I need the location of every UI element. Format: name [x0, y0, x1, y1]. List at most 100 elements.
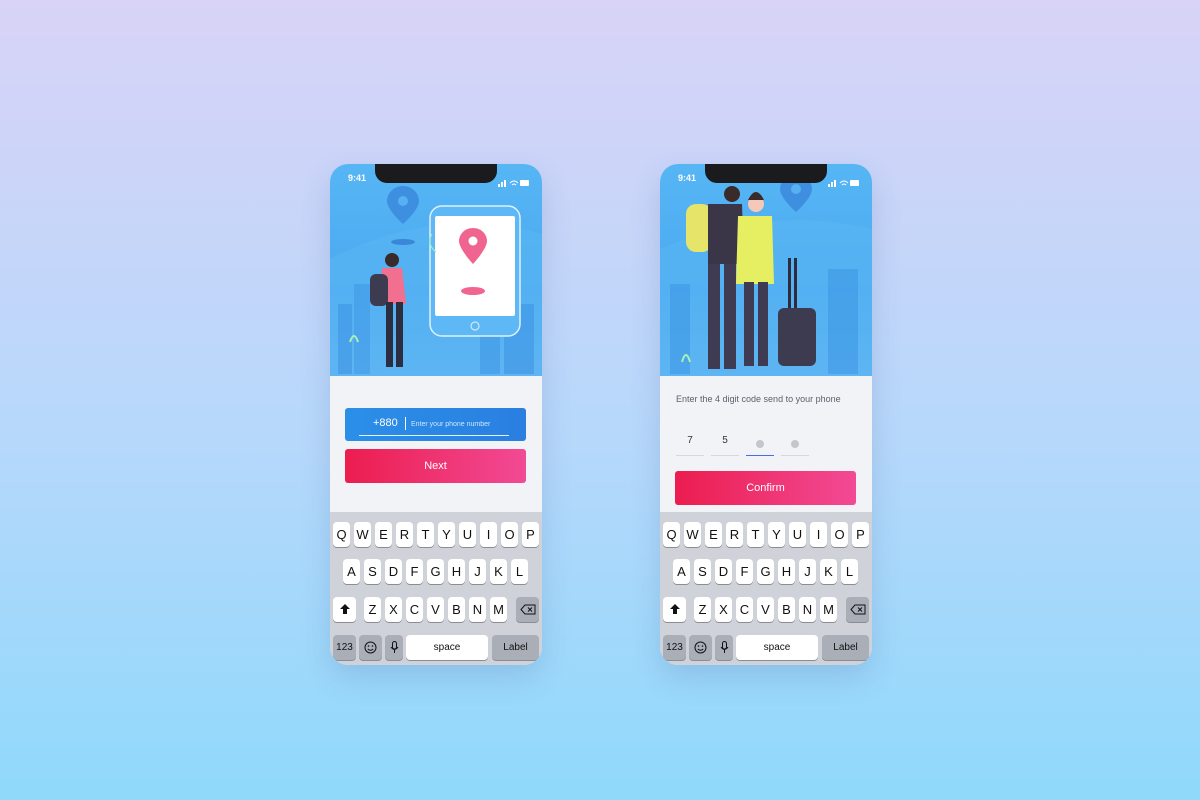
shift-icon: [339, 604, 350, 614]
key-p[interactable]: P: [852, 522, 869, 547]
backspace-icon: [519, 604, 535, 615]
shift-key[interactable]: [663, 597, 686, 622]
key-g[interactable]: G: [757, 559, 774, 584]
verification-panel: Enter the 4 digit code send to your phon…: [660, 376, 872, 512]
phone-notch: [705, 164, 827, 183]
key-e[interactable]: E: [375, 522, 392, 547]
key-k[interactable]: K: [820, 559, 837, 584]
code-digit-1[interactable]: 7: [676, 435, 704, 456]
key-b[interactable]: B: [778, 597, 795, 622]
keyboard: Q W E R T Y U I O P A S D F G H J K L Z …: [660, 512, 872, 665]
key-j[interactable]: J: [799, 559, 816, 584]
key-d[interactable]: D: [715, 559, 732, 584]
key-t[interactable]: T: [417, 522, 434, 547]
key-z[interactable]: Z: [364, 597, 381, 622]
verification-screen: 9:41 Enter the 4 digit code send to your…: [660, 164, 872, 665]
key-t[interactable]: T: [747, 522, 764, 547]
numbers-key[interactable]: 123: [663, 635, 686, 660]
key-m[interactable]: M: [820, 597, 837, 622]
empty-digit-dot: [791, 440, 799, 448]
phone-notch: [375, 164, 497, 183]
key-x[interactable]: X: [385, 597, 402, 622]
tablet-illustration: [429, 205, 521, 337]
keyboard: Q W E R T Y U I O P A S D F G H J K L Z …: [330, 512, 542, 665]
phone-number-field[interactable]: +880: [345, 408, 526, 441]
backspace-key[interactable]: [846, 597, 869, 622]
key-n[interactable]: N: [469, 597, 486, 622]
code-digit-2[interactable]: 5: [711, 435, 739, 456]
key-i[interactable]: I: [480, 522, 497, 547]
key-a[interactable]: A: [673, 559, 690, 584]
key-h[interactable]: H: [448, 559, 465, 584]
key-i[interactable]: I: [810, 522, 827, 547]
microphone-icon: [720, 641, 728, 653]
space-key[interactable]: space: [406, 635, 488, 660]
emoji-key[interactable]: [359, 635, 382, 660]
key-q[interactable]: Q: [663, 522, 680, 547]
return-key[interactable]: Label: [822, 635, 869, 660]
key-m[interactable]: M: [490, 597, 507, 622]
microphone-icon: [390, 641, 398, 653]
space-key[interactable]: space: [736, 635, 818, 660]
return-key[interactable]: Label: [492, 635, 539, 660]
country-code[interactable]: +880: [373, 417, 398, 429]
key-z[interactable]: Z: [694, 597, 711, 622]
code-digit-1-value: 7: [687, 435, 693, 446]
key-p[interactable]: P: [522, 522, 539, 547]
shift-key[interactable]: [333, 597, 356, 622]
field-divider: [405, 417, 406, 430]
backspace-icon: [849, 604, 865, 615]
phone-number-input[interactable]: [409, 414, 513, 434]
key-q[interactable]: Q: [333, 522, 350, 547]
hero-illustration: [330, 164, 542, 376]
key-s[interactable]: S: [364, 559, 381, 584]
key-r[interactable]: R: [726, 522, 743, 547]
backspace-key[interactable]: [516, 597, 539, 622]
emoji-key[interactable]: [689, 635, 712, 660]
key-o[interactable]: O: [501, 522, 518, 547]
key-l[interactable]: L: [511, 559, 528, 584]
code-digit-4[interactable]: [781, 435, 809, 456]
key-f[interactable]: F: [406, 559, 423, 584]
next-button[interactable]: Next: [345, 449, 526, 483]
key-c[interactable]: C: [736, 597, 753, 622]
code-prompt: Enter the 4 digit code send to your phon…: [676, 394, 841, 404]
key-y[interactable]: Y: [768, 522, 785, 547]
hero-illustration: [660, 164, 872, 376]
key-b[interactable]: B: [448, 597, 465, 622]
key-g[interactable]: G: [427, 559, 444, 584]
key-e[interactable]: E: [705, 522, 722, 547]
confirm-button[interactable]: Confirm: [675, 471, 856, 505]
key-d[interactable]: D: [385, 559, 402, 584]
key-r[interactable]: R: [396, 522, 413, 547]
key-j[interactable]: J: [469, 559, 486, 584]
microphone-key[interactable]: [385, 635, 403, 660]
field-underline: [359, 435, 509, 436]
key-c[interactable]: C: [406, 597, 423, 622]
status-time: 9:41: [678, 173, 697, 183]
key-u[interactable]: U: [789, 522, 806, 547]
key-w[interactable]: W: [354, 522, 371, 547]
empty-digit-dot: [756, 440, 764, 448]
key-s[interactable]: S: [694, 559, 711, 584]
key-o[interactable]: O: [831, 522, 848, 547]
status-time: 9:41: [348, 173, 367, 183]
key-y[interactable]: Y: [438, 522, 455, 547]
key-w[interactable]: W: [684, 522, 701, 547]
key-x[interactable]: X: [715, 597, 732, 622]
emoji-icon: [694, 641, 707, 654]
key-l[interactable]: L: [841, 559, 858, 584]
numbers-key[interactable]: 123: [333, 635, 356, 660]
microphone-key[interactable]: [715, 635, 733, 660]
phone-number-screen: 9:41 +880 Next Q W E R T Y U I O P A S D…: [330, 164, 542, 665]
key-h[interactable]: H: [778, 559, 795, 584]
key-v[interactable]: V: [757, 597, 774, 622]
shift-icon: [669, 604, 680, 614]
key-v[interactable]: V: [427, 597, 444, 622]
code-digit-3[interactable]: [746, 435, 774, 456]
key-a[interactable]: A: [343, 559, 360, 584]
key-n[interactable]: N: [799, 597, 816, 622]
key-u[interactable]: U: [459, 522, 476, 547]
key-k[interactable]: K: [490, 559, 507, 584]
key-f[interactable]: F: [736, 559, 753, 584]
